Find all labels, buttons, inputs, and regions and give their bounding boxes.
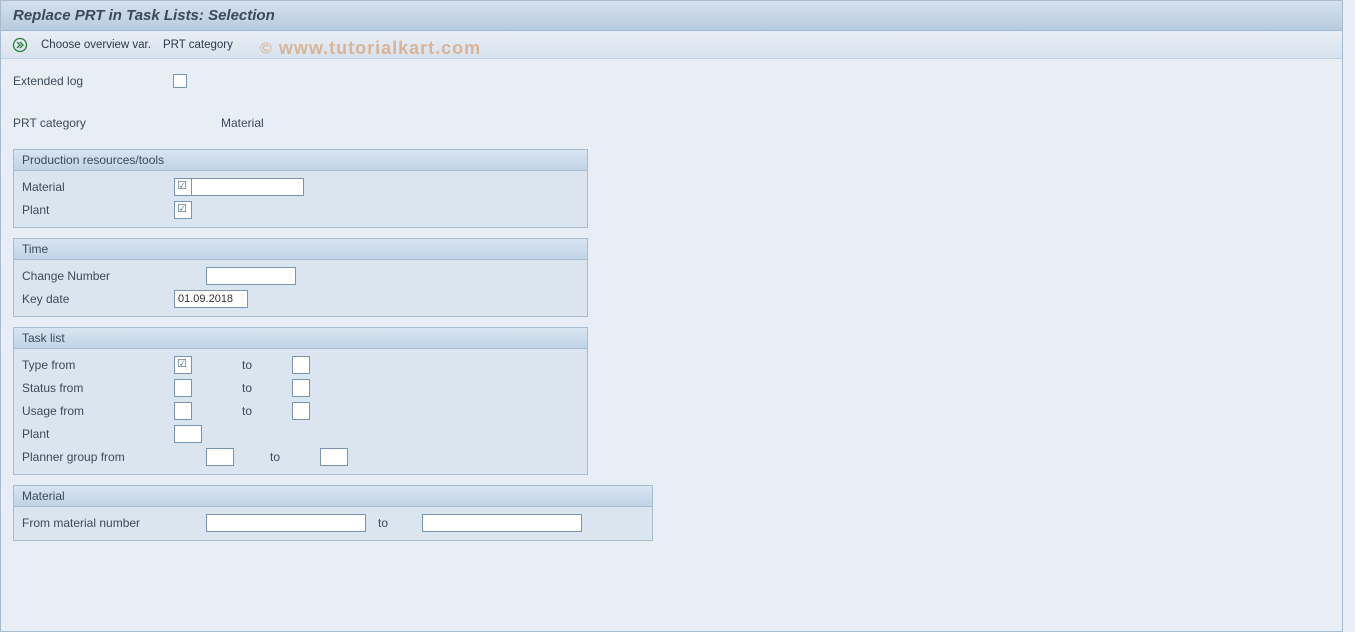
change-number-input[interactable] xyxy=(206,267,296,285)
execute-icon[interactable] xyxy=(11,36,29,54)
usage-from-label: Usage from xyxy=(22,404,174,418)
extended-log-label: Extended log xyxy=(13,74,173,88)
status-to-input[interactable] xyxy=(292,379,310,397)
status-from-input[interactable] xyxy=(174,379,192,397)
prt-category-label: PRT category xyxy=(13,116,173,130)
prt-category-value: Material xyxy=(173,116,264,130)
material-input-indicator[interactable] xyxy=(174,178,192,196)
type-to-label: to xyxy=(224,358,264,372)
planner-group-label: Planner group from xyxy=(22,450,206,464)
group-prt: Production resources/tools Material Plan… xyxy=(13,149,588,228)
toolbar: Choose overview var. PRT category xyxy=(1,31,1342,59)
type-from-label: Type from xyxy=(22,358,174,372)
usage-to-input[interactable] xyxy=(292,402,310,420)
group-material-header: Material xyxy=(14,486,652,507)
to-material-input[interactable] xyxy=(422,514,582,532)
group-tasklist: Task list Type from to Status from to Us… xyxy=(13,327,588,475)
tasklist-plant-label: Plant xyxy=(22,427,174,441)
type-from-input[interactable] xyxy=(174,356,192,374)
group-prt-header: Production resources/tools xyxy=(14,150,587,171)
group-material: Material From material number to xyxy=(13,485,653,541)
key-date-input[interactable] xyxy=(174,290,248,308)
extended-log-checkbox[interactable] xyxy=(173,74,187,88)
material-input[interactable] xyxy=(192,178,304,196)
group-tasklist-header: Task list xyxy=(14,328,587,349)
change-number-label: Change Number xyxy=(22,269,206,283)
planner-group-to-input[interactable] xyxy=(320,448,348,466)
planner-group-from-input[interactable] xyxy=(206,448,234,466)
usage-to-label: to xyxy=(224,404,264,418)
material-to-label: to xyxy=(370,516,400,530)
from-material-input[interactable] xyxy=(206,514,366,532)
plant-input-indicator[interactable] xyxy=(174,201,192,219)
page-title: Replace PRT in Task Lists: Selection xyxy=(1,1,1342,31)
planner-group-to-label: to xyxy=(252,450,292,464)
group-time: Time Change Number Key date xyxy=(13,238,588,317)
content-area: Extended log PRT category Material Produ… xyxy=(1,59,1342,561)
group-time-header: Time xyxy=(14,239,587,260)
prt-category-button[interactable]: PRT category xyxy=(163,39,233,51)
type-to-input[interactable] xyxy=(292,356,310,374)
material-label: Material xyxy=(22,180,174,194)
status-to-label: to xyxy=(224,381,264,395)
status-from-label: Status from xyxy=(22,381,174,395)
plant-label: Plant xyxy=(22,203,174,217)
choose-overview-button[interactable]: Choose overview var. xyxy=(41,39,151,51)
usage-from-input[interactable] xyxy=(174,402,192,420)
key-date-label: Key date xyxy=(22,292,174,306)
from-material-label: From material number xyxy=(22,516,206,530)
tasklist-plant-input[interactable] xyxy=(174,425,202,443)
